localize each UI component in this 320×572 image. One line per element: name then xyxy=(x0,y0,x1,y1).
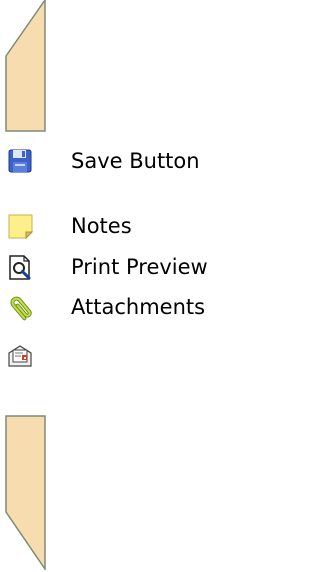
scroll-down-tab[interactable] xyxy=(5,415,63,570)
menu-item-label: Notes xyxy=(71,214,132,238)
note-icon xyxy=(7,213,35,241)
menu-item-notes[interactable]: Notes xyxy=(0,205,246,245)
menu-item-save[interactable]: Save Button xyxy=(0,140,246,180)
menu-item-label: Attachments xyxy=(71,295,206,319)
menu-item-label: Save Button xyxy=(71,149,200,173)
menu-item-send-document[interactable] xyxy=(0,333,246,373)
menu-item-label: Print Preview xyxy=(71,255,208,279)
menu-item-print-preview[interactable]: Print Preview xyxy=(0,246,246,286)
send-document-icon xyxy=(7,341,35,369)
menu-item-attachments[interactable]: Attachments xyxy=(0,286,246,326)
scroll-up-tab[interactable] xyxy=(5,0,63,132)
save-icon xyxy=(7,148,35,176)
paperclip-icon xyxy=(7,294,35,322)
print-preview-icon xyxy=(7,254,35,282)
